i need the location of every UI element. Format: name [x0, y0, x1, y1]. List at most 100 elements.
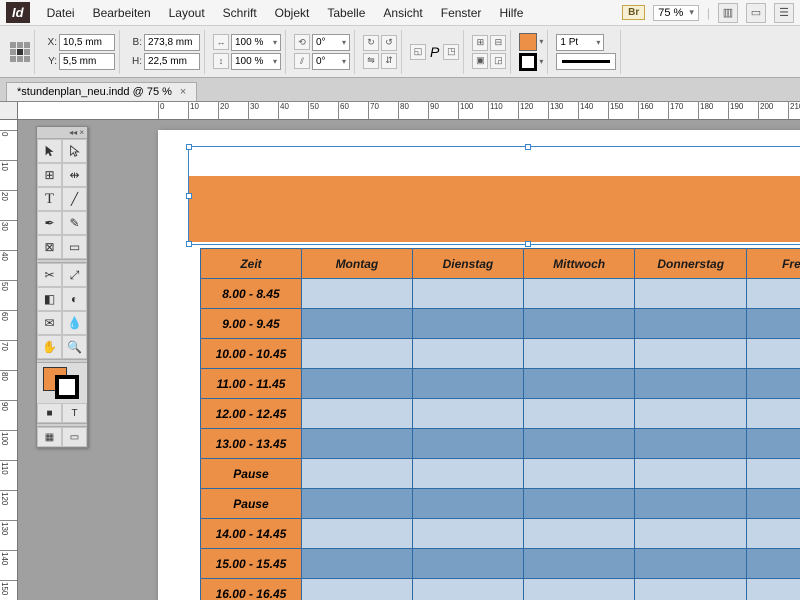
time-cell[interactable]: 9.00 - 9.45	[201, 309, 302, 339]
fill-stroke-proxy[interactable]	[37, 363, 87, 403]
schedule-cell[interactable]	[635, 309, 747, 339]
preview-view-icon[interactable]: ▭	[62, 427, 87, 447]
schedule-cell[interactable]	[412, 489, 523, 519]
table-row[interactable]: 9.00 - 9.45	[201, 309, 800, 339]
schedule-cell[interactable]	[412, 369, 523, 399]
direct-selection-tool[interactable]	[62, 139, 87, 163]
table-row[interactable]: 12.00 - 12.45	[201, 399, 800, 429]
schedule-cell[interactable]	[301, 459, 412, 489]
schedule-cell[interactable]	[747, 519, 800, 549]
select-content-icon[interactable]: ◳	[443, 44, 459, 60]
close-tab-icon[interactable]: ×	[180, 86, 186, 98]
schedule-cell[interactable]	[747, 369, 800, 399]
schedule-cell[interactable]	[301, 519, 412, 549]
timetable[interactable]: ZeitMontagDienstagMittwochDonnerstagFrei…	[200, 248, 800, 600]
rotate-input[interactable]: 0°	[312, 34, 350, 51]
apply-color-icon[interactable]: ■	[37, 403, 62, 423]
schedule-cell[interactable]	[301, 549, 412, 579]
distribute-icon[interactable]: ⊟	[490, 35, 506, 51]
menu-datei[interactable]: Datei	[38, 6, 84, 20]
tools-panel[interactable]: ◂◂ × ⊞ ⇹ T ╱ ✒ ✎ ⊠ ▭ ✂ ⤢ ◧ ◐ ✉ 💧 ✋ 🔍 ■ T…	[36, 126, 88, 448]
menu-ansicht[interactable]: Ansicht	[374, 6, 431, 20]
schedule-cell[interactable]	[301, 399, 412, 429]
time-cell[interactable]: 13.00 - 13.45	[201, 429, 302, 459]
schedule-cell[interactable]	[524, 429, 635, 459]
schedule-cell[interactable]	[301, 429, 412, 459]
schedule-cell[interactable]	[635, 459, 747, 489]
scissors-tool[interactable]: ✂	[37, 263, 62, 287]
table-row[interactable]: 16.00 - 16.45	[201, 579, 800, 600]
schedule-cell[interactable]	[524, 489, 635, 519]
time-cell[interactable]: 16.00 - 16.45	[201, 579, 302, 600]
corner-icon[interactable]: ◲	[490, 53, 506, 69]
table-row[interactable]: Pause	[201, 489, 800, 519]
table-row[interactable]: Pause	[201, 459, 800, 489]
selection-tool[interactable]	[37, 139, 62, 163]
rectangle-frame-tool[interactable]: ⊠	[37, 235, 62, 259]
schedule-cell[interactable]	[412, 519, 523, 549]
rectangle-tool[interactable]: ▭	[62, 235, 87, 259]
schedule-cell[interactable]	[747, 309, 800, 339]
line-tool[interactable]: ╱	[62, 187, 87, 211]
scale-y-input[interactable]: 100 %	[231, 53, 281, 70]
schedule-cell[interactable]	[524, 309, 635, 339]
w-input[interactable]: 273,8 mm	[144, 34, 200, 51]
gap-tool[interactable]: ⇹	[62, 163, 87, 187]
bridge-icon[interactable]: Br	[622, 5, 645, 20]
schedule-cell[interactable]	[635, 339, 747, 369]
table-row[interactable]: 8.00 - 8.45	[201, 279, 800, 309]
time-cell[interactable]: Pause	[201, 489, 302, 519]
schedule-cell[interactable]	[412, 429, 523, 459]
menu-tabelle[interactable]: Tabelle	[318, 6, 374, 20]
reference-point[interactable]	[6, 30, 35, 74]
time-cell[interactable]: 11.00 - 11.45	[201, 369, 302, 399]
zoom-tool[interactable]: 🔍	[62, 335, 87, 359]
schedule-cell[interactable]	[412, 549, 523, 579]
free-transform-tool[interactable]: ⤢	[62, 263, 87, 287]
time-cell[interactable]: 10.00 - 10.45	[201, 339, 302, 369]
hand-tool[interactable]: ✋	[37, 335, 62, 359]
flip-h-icon[interactable]: ⇋	[363, 53, 379, 69]
fill-swatch[interactable]	[519, 33, 537, 51]
screen-mode-icon[interactable]: ▭	[746, 3, 766, 23]
select-container-icon[interactable]: ◱	[410, 44, 426, 60]
schedule-cell[interactable]	[524, 459, 635, 489]
view-options-icon[interactable]: ▥	[718, 3, 738, 23]
menu-fenster[interactable]: Fenster	[432, 6, 491, 20]
shear-input[interactable]: 0°	[312, 53, 350, 70]
gradient-swatch-tool[interactable]: ◧	[37, 287, 62, 311]
zoom-dropdown[interactable]: 75 %	[653, 5, 699, 21]
menu-layout[interactable]: Layout	[160, 6, 214, 20]
type-tool[interactable]: T	[37, 187, 62, 211]
schedule-cell[interactable]	[412, 279, 523, 309]
schedule-cell[interactable]	[524, 549, 635, 579]
pencil-tool[interactable]: ✎	[62, 211, 87, 235]
schedule-cell[interactable]	[524, 579, 635, 600]
stroke-style-dropdown[interactable]	[556, 53, 616, 70]
schedule-cell[interactable]	[301, 369, 412, 399]
selection-frame[interactable]	[188, 146, 800, 245]
h-input[interactable]: 22,5 mm	[144, 53, 200, 70]
time-cell[interactable]: 14.00 - 14.45	[201, 519, 302, 549]
scale-x-input[interactable]: 100 %	[231, 34, 281, 51]
time-cell[interactable]: 12.00 - 12.45	[201, 399, 302, 429]
stroke-proxy[interactable]	[55, 375, 79, 399]
schedule-cell[interactable]	[301, 339, 412, 369]
note-tool[interactable]: ✉	[37, 311, 62, 335]
eyedropper-tool[interactable]: 💧	[62, 311, 87, 335]
schedule-cell[interactable]	[747, 459, 800, 489]
ruler-origin[interactable]	[0, 102, 18, 120]
time-cell[interactable]: 15.00 - 15.45	[201, 549, 302, 579]
table-row[interactable]: 10.00 - 10.45	[201, 339, 800, 369]
schedule-cell[interactable]	[747, 429, 800, 459]
schedule-cell[interactable]	[524, 369, 635, 399]
menu-bearbeiten[interactable]: Bearbeiten	[84, 6, 160, 20]
schedule-cell[interactable]	[301, 579, 412, 600]
table-row[interactable]: 14.00 - 14.45	[201, 519, 800, 549]
schedule-cell[interactable]	[412, 309, 523, 339]
horizontal-ruler[interactable]: 0102030405060708090100110120130140150160…	[18, 102, 800, 120]
schedule-cell[interactable]	[635, 369, 747, 399]
schedule-cell[interactable]	[747, 489, 800, 519]
gradient-feather-tool[interactable]: ◐	[62, 287, 87, 311]
schedule-cell[interactable]	[747, 399, 800, 429]
